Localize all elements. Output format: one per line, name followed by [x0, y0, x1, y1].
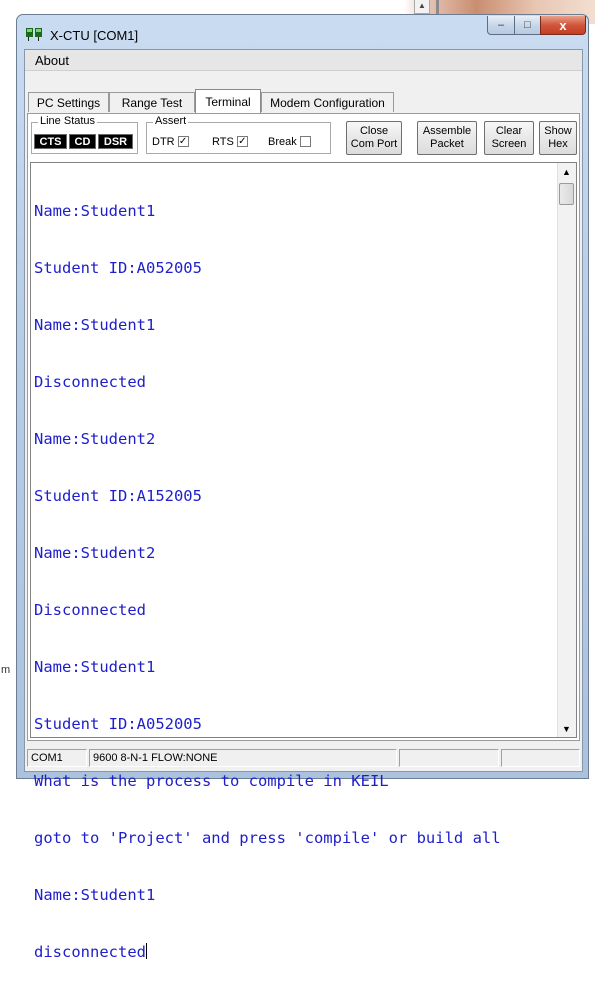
show-hex-line2: Hex	[548, 138, 568, 150]
terminal-text: Name:Student1 Student ID:A052005 Name:St…	[34, 164, 554, 1000]
terminal-line: Disconnected	[34, 373, 146, 391]
clear-line2: Screen	[491, 138, 527, 150]
assemble-line2: Packet	[430, 138, 464, 150]
clear-screen-button[interactable]: Clear Screen	[484, 121, 534, 155]
text-caret	[145, 943, 147, 959]
status-pane-3	[399, 749, 499, 767]
close-com-line2: Com Port	[350, 138, 398, 150]
terminal-line: goto to 'Project' and press 'compile' or…	[34, 829, 501, 847]
line-status-label: Line Status	[38, 115, 98, 127]
scroll-up-arrow-icon[interactable]: ▲	[558, 163, 575, 180]
menu-bar: About	[25, 50, 582, 71]
desktop-text-fragment: m	[1, 664, 11, 676]
show-hex-line1: Show	[544, 125, 572, 137]
terminal-line: Student ID:A052005	[34, 715, 202, 733]
tab-pc-settings[interactable]: PC Settings	[28, 92, 109, 112]
dtr-label: DTR	[152, 135, 175, 148]
close-com-port-button[interactable]: Close Com Port	[346, 121, 402, 155]
dtr-check-icon: ✓	[177, 136, 189, 147]
terminal-tab-panel: Line Status CTS CD DSR Assert DTR ✓ RTS …	[27, 113, 580, 961]
terminal-line: Name:Student1	[34, 886, 156, 904]
status-port: COM1	[27, 749, 87, 767]
assemble-line1: Assemble	[422, 125, 472, 137]
scroll-down-arrow-icon[interactable]: ▼	[558, 720, 575, 737]
menu-about[interactable]: About	[35, 53, 69, 68]
dtr-checkbox[interactable]: DTR ✓	[152, 134, 189, 149]
terminal-line: Disconnected	[34, 601, 146, 619]
minimize-icon: –	[497, 19, 505, 31]
terminal-line: Name:Student2	[34, 430, 156, 448]
terminal-scrollbar[interactable]: ▲ ▼	[557, 163, 576, 737]
status-settings: 9600 8-N-1 FLOW:NONE	[89, 749, 397, 767]
terminal-line: What is the process to compile in KEIL	[34, 772, 389, 790]
line-status-group: Line Status CTS CD DSR	[31, 115, 138, 154]
terminal-line: Name:Student2	[34, 544, 156, 562]
maximize-icon: □	[524, 19, 531, 31]
cts-indicator: CTS	[34, 134, 67, 149]
break-label: Break	[268, 135, 297, 148]
scroll-thumb[interactable]	[559, 183, 574, 205]
window-title: X-CTU [COM1]	[50, 28, 139, 43]
terminal-line-last: disconnected	[34, 943, 554, 962]
close-button[interactable]: x	[540, 16, 586, 35]
close-icon: x	[559, 17, 567, 33]
clear-line1: Clear	[495, 125, 523, 137]
cd-indicator: CD	[69, 134, 96, 149]
terminal-line: Name:Student1	[34, 202, 156, 220]
rts-label: RTS	[212, 135, 234, 148]
break-check-icon	[299, 136, 311, 147]
xctu-window: X-CTU [COM1] – □ x About PC Settings Ran…	[16, 14, 589, 961]
client-area: About PC Settings Range Test Terminal Mo…	[24, 49, 583, 961]
status-bar: COM1 9600 8-N-1 FLOW:NONE	[27, 747, 580, 768]
close-com-line1: Close	[359, 125, 389, 137]
terminal-line: Name:Student1	[34, 658, 156, 676]
show-hex-button[interactable]: Show Hex	[539, 121, 577, 155]
terminal-line: Student ID:A052005	[34, 259, 202, 277]
dsr-indicator: DSR	[98, 134, 133, 149]
tab-range-test[interactable]: Range Test	[109, 92, 195, 112]
assert-label: Assert	[153, 115, 189, 127]
assemble-packet-button[interactable]: Assemble Packet	[417, 121, 477, 155]
background-scroll-up-icon: ▲	[414, 0, 430, 14]
rts-checkbox[interactable]: RTS ✓	[212, 134, 248, 149]
rts-check-icon: ✓	[236, 136, 248, 147]
title-bar[interactable]: X-CTU [COM1] – □ x	[17, 15, 588, 49]
assert-group: Assert DTR ✓ RTS ✓ Break	[146, 115, 331, 154]
terminal-line: Name:Student1	[34, 316, 156, 334]
break-checkbox[interactable]: Break	[268, 134, 311, 149]
tab-modem-configuration[interactable]: Modem Configuration	[261, 92, 394, 112]
maximize-button[interactable]: □	[514, 16, 541, 35]
tab-terminal[interactable]: Terminal	[195, 89, 261, 113]
minimize-button[interactable]: –	[487, 16, 515, 35]
app-icon	[26, 28, 42, 41]
terminal-line: Student ID:A152005	[34, 487, 202, 505]
terminal-output[interactable]: Name:Student1 Student ID:A052005 Name:St…	[30, 162, 577, 961]
status-pane-4	[501, 749, 580, 767]
terminal-last-text: disconnected	[34, 943, 146, 961]
